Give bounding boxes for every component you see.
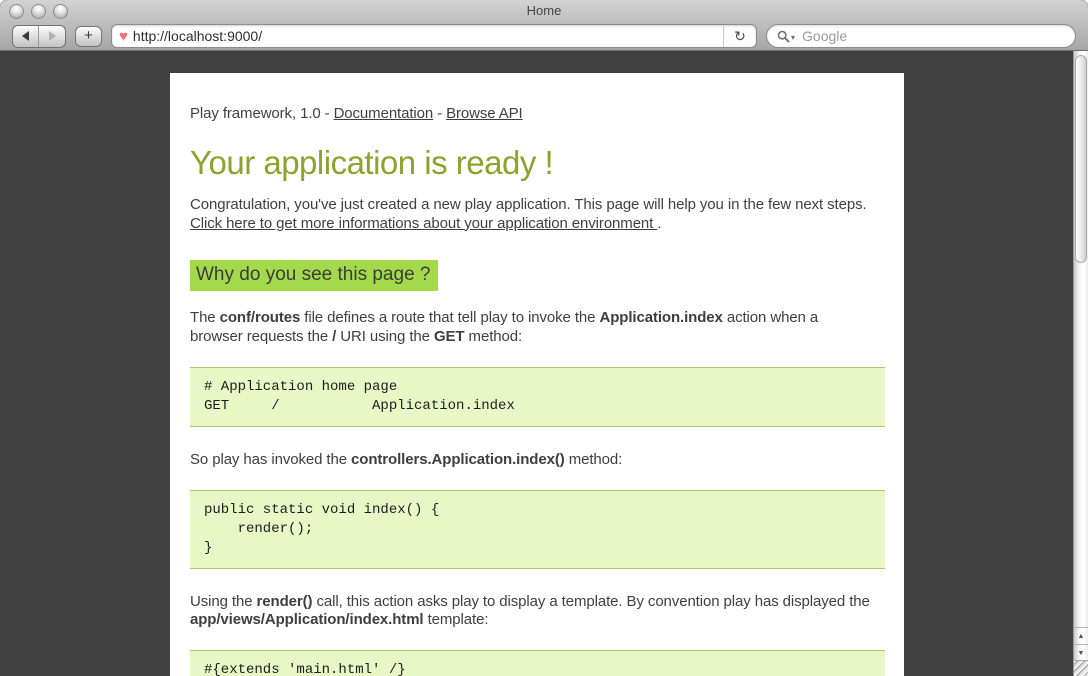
- reload-button[interactable]: ↻: [723, 25, 756, 47]
- search-engine-dropdown-icon[interactable]: ▾: [791, 33, 795, 42]
- separator: -: [325, 105, 330, 124]
- address-bar[interactable]: ♥ http://localhost:9000/ ↻: [111, 24, 757, 48]
- text: .: [657, 215, 661, 232]
- forward-button[interactable]: [39, 26, 65, 47]
- content-panel: Play framework, 1.0 - Documentation - Br…: [170, 73, 904, 676]
- emphasized-text: GET: [434, 328, 465, 345]
- text: call, this action asks play to display a…: [312, 593, 869, 610]
- zoom-button[interactable]: [53, 4, 68, 19]
- page-title: Your application is ready !: [190, 144, 885, 182]
- favicon-heart-icon: ♥: [119, 29, 128, 44]
- back-button[interactable]: [13, 26, 39, 47]
- search-field[interactable]: ▾ Google: [766, 24, 1076, 48]
- browser-toolbar: + ♥ http://localhost:9000/ ↻ ▾ Google: [0, 22, 1088, 50]
- new-tab-button[interactable]: +: [75, 26, 102, 47]
- emphasized-text: app/views/Application/index.html: [190, 611, 424, 628]
- url-text: http://localhost:9000/: [133, 28, 723, 44]
- text: So play has invoked the: [190, 451, 351, 468]
- text: The: [190, 309, 220, 326]
- template-paragraph: Using the render() call, this action ask…: [190, 593, 870, 631]
- resize-grip[interactable]: [1074, 660, 1088, 676]
- documentation-link[interactable]: Documentation: [334, 105, 434, 124]
- text: Using the: [190, 593, 257, 610]
- emphasized-text: conf/routes: [220, 309, 301, 326]
- search-placeholder: Google: [802, 28, 847, 44]
- intro-paragraph: Congratulation, you've just created a ne…: [190, 196, 870, 234]
- browse-api-link[interactable]: Browse API: [446, 105, 523, 124]
- page-background: Play framework, 1.0 - Documentation - Br…: [0, 51, 1073, 676]
- text: URI using the: [336, 328, 434, 345]
- traffic-lights: [9, 4, 68, 19]
- text: template:: [424, 611, 489, 628]
- window-title: Home: [0, 0, 1088, 22]
- section-heading-wrap: Why do you see this page ?: [190, 259, 885, 291]
- scroll-up-button[interactable]: ▲: [1074, 627, 1088, 644]
- page-viewport: Play framework, 1.0 - Documentation - Br…: [0, 51, 1088, 676]
- scrollbar-thumb[interactable]: [1075, 55, 1087, 263]
- scroll-down-icon: ▼: [1078, 650, 1085, 657]
- nav-button-group: [12, 25, 66, 48]
- text: method:: [565, 451, 623, 468]
- text: method:: [464, 328, 522, 345]
- emphasized-text: render(): [257, 593, 313, 610]
- scroll-up-icon: ▲: [1078, 633, 1085, 640]
- scroll-down-button[interactable]: ▼: [1074, 644, 1088, 661]
- emphasized-text: controllers.Application.index(): [351, 451, 565, 468]
- header-meta: Play framework, 1.0 - Documentation - Br…: [190, 105, 870, 124]
- forward-icon: [49, 31, 56, 41]
- back-icon: [22, 31, 29, 41]
- section-heading: Why do you see this page ?: [190, 260, 438, 291]
- emphasized-text: Application.index: [599, 309, 722, 326]
- window-titlebar[interactable]: Home: [0, 0, 1088, 22]
- search-icon: [777, 30, 790, 43]
- browser-window: Home + ♥ http://localhost:9000/ ↻: [0, 0, 1088, 676]
- vertical-scrollbar[interactable]: ▲ ▼: [1073, 51, 1088, 676]
- reload-icon: ↻: [734, 28, 746, 45]
- code-block-routes: # Application home page GET / Applicatio…: [190, 367, 885, 427]
- minimize-button[interactable]: [31, 4, 46, 19]
- separator: -: [437, 105, 442, 124]
- plus-icon: +: [84, 27, 93, 44]
- text: Congratulation, you've just created a ne…: [190, 196, 867, 213]
- scrollbar-arrows: ▲ ▼: [1074, 627, 1088, 661]
- code-block-controller: public static void index() { render(); }: [190, 490, 885, 569]
- code-block-template: #{extends 'main.html' /} #{set title:'Ho…: [190, 650, 885, 676]
- inline-link[interactable]: Click here to get more informations abou…: [190, 215, 657, 232]
- close-button[interactable]: [9, 4, 24, 19]
- window-chrome: Home + ♥ http://localhost:9000/ ↻: [0, 0, 1088, 51]
- text: file defines a route that tell play to i…: [300, 309, 599, 326]
- invoked-paragraph: So play has invoked the controllers.Appl…: [190, 451, 870, 470]
- routes-paragraph: The conf/routes file defines a route tha…: [190, 309, 870, 347]
- brand-text: Play framework, 1.0: [190, 105, 321, 124]
